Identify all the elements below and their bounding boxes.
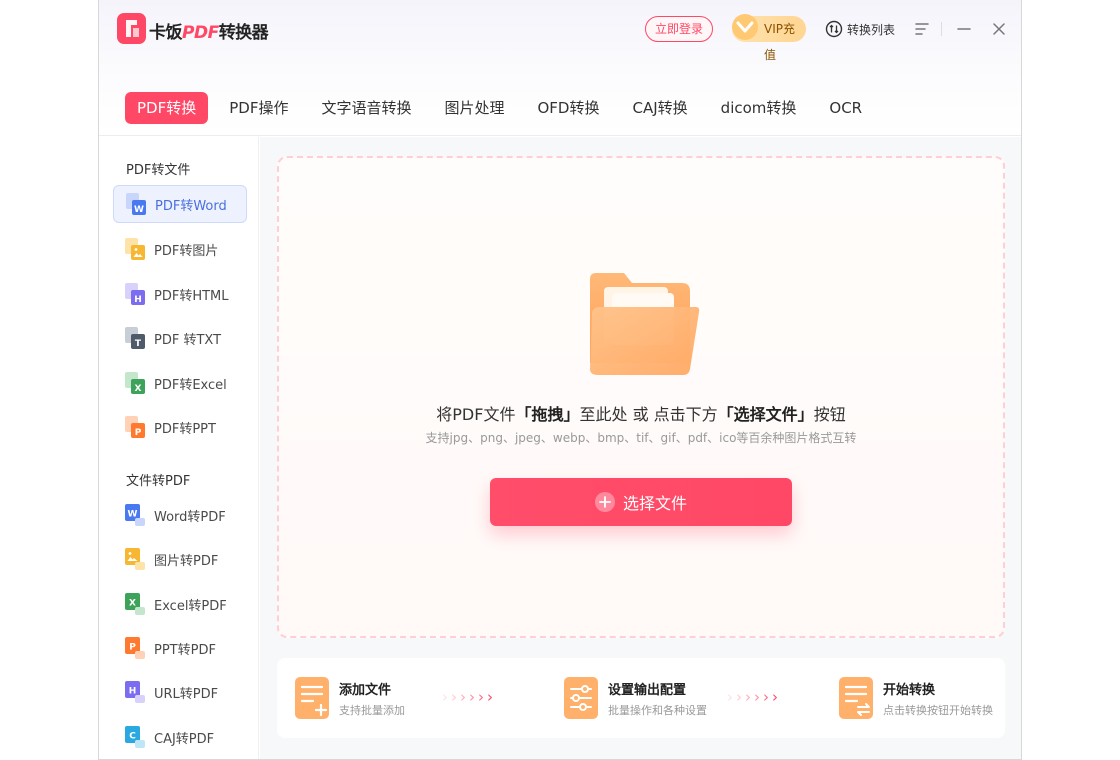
svg-text:T: T <box>135 339 142 349</box>
tab-pdf-operation[interactable]: PDF操作 <box>217 92 300 124</box>
sidebar-item-label: PPT转PDF <box>154 642 216 658</box>
txt-icon: T <box>125 327 145 349</box>
sidebar-item-label: CAJ转PDF <box>154 731 215 747</box>
svg-text:H: H <box>129 687 137 697</box>
convert-list-icon <box>825 20 843 38</box>
convert-list-label: 转换列表 <box>847 22 896 37</box>
excel-icon: X <box>125 372 145 394</box>
sidebar-item-label: PDF转Word <box>155 198 227 214</box>
tab-image-process[interactable]: 图片处理 <box>432 92 516 124</box>
sidebar-item-pdf-to-image[interactable]: PDF转图片 <box>113 230 247 268</box>
step-subtitle: 点击转换按钮开始转换 <box>883 703 993 717</box>
step-start-convert: 开始转换 点击转换按钮开始转换 <box>839 677 993 719</box>
supported-formats-hint: 支持jpg、png、jpeg、webp、bmp、tif、gif、pdf、ico等… <box>425 431 857 445</box>
sidebar-item-pdf-to-ppt[interactable]: P PDF转PPT <box>113 408 247 446</box>
convert-list-button[interactable]: 转换列表 <box>825 17 895 41</box>
sidebar-item-word-to-pdf[interactable]: W Word转PDF <box>113 496 247 534</box>
svg-text:X: X <box>135 384 142 394</box>
step-title: 添加文件 <box>339 682 392 698</box>
convert-icon <box>839 677 873 719</box>
sidebar-item-label: PDF 转TXT <box>154 332 222 348</box>
step-arrows: ›››››› <box>727 688 781 706</box>
login-button[interactable]: 立即登录 <box>645 16 713 42</box>
sidebar-item-label: 图片转PDF <box>154 553 219 569</box>
svg-text:X: X <box>129 599 136 609</box>
image-icon <box>125 548 145 570</box>
svg-text:P: P <box>129 643 136 653</box>
sidebar-item-label: PDF转图片 <box>154 243 219 259</box>
folder-icon <box>590 273 700 375</box>
sidebar-item-pdf-to-excel[interactable]: X PDF转Excel <box>113 364 247 402</box>
header: 卡饭PDF转换器 立即登录 VIP充值 转换列表 PDF转换 PDF操作 文字语… <box>99 0 1021 136</box>
sidebar: PDF转文件 W PDF转Word PDF转图片 H PDF转HTML T PD… <box>99 137 259 759</box>
sidebar-item-image-to-pdf[interactable]: 图片转PDF <box>113 540 247 578</box>
sidebar-item-label: PDF转Excel <box>154 377 227 393</box>
vip-recharge-button[interactable]: VIP充值 <box>732 14 806 62</box>
ppt-icon: P <box>125 416 145 438</box>
step-add-files: 添加文件 支持批量添加 <box>295 677 405 719</box>
select-file-label: 选择文件 <box>622 494 687 513</box>
minimize-icon[interactable] <box>953 18 975 40</box>
sidebar-item-url-to-pdf[interactable]: H URL转PDF <box>113 673 247 711</box>
tab-ocr[interactable]: OCR <box>817 92 874 124</box>
sidebar-item-ppt-to-pdf[interactable]: P PPT转PDF <box>113 629 247 667</box>
step-arrows: ›››››› <box>442 688 496 706</box>
drop-hint: 将PDF文件「拖拽」至此处 或 点击下方「选择文件」按钮 <box>436 405 846 424</box>
app-title: 卡饭PDF转换器 <box>149 23 269 43</box>
image-icon <box>125 238 145 260</box>
step-title: 开始转换 <box>883 682 936 698</box>
add-file-icon <box>295 677 329 719</box>
step-subtitle: 批量操作和各种设置 <box>608 703 707 717</box>
main-tabs: PDF转换 PDF操作 文字语音转换 图片处理 OFD转换 CAJ转换 dico… <box>125 92 883 124</box>
sidebar-group-file-to-pdf: 文件转PDF <box>126 474 191 489</box>
sidebar-item-caj-to-pdf[interactable]: C CAJ转PDF <box>113 718 247 756</box>
app-logo-icon <box>117 13 146 44</box>
plus-circle-icon <box>594 492 615 512</box>
vip-label: VIP充值 <box>764 22 795 62</box>
sidebar-item-label: URL转PDF <box>154 686 219 702</box>
svg-text:C: C <box>129 732 136 742</box>
select-file-button[interactable]: 选择文件 <box>490 478 792 526</box>
svg-text:H: H <box>134 295 142 305</box>
tab-ofd-convert[interactable]: OFD转换 <box>526 92 612 124</box>
sidebar-group-pdf-to-file: PDF转文件 <box>126 163 191 178</box>
tab-text-speech[interactable]: 文字语音转换 <box>309 92 423 124</box>
svg-text:P: P <box>135 428 142 438</box>
sidebar-item-label: PDF转HTML <box>154 288 229 304</box>
window-controls-divider <box>941 22 942 36</box>
sidebar-item-pdf-to-html[interactable]: H PDF转HTML <box>113 275 247 313</box>
sidebar-item-label: Excel转PDF <box>154 598 227 614</box>
word-icon: W <box>125 504 145 526</box>
tab-pdf-convert[interactable]: PDF转换 <box>125 92 209 124</box>
word-icon: W <box>126 193 146 215</box>
step-output-settings: 设置输出配置 批量操作和各种设置 <box>564 677 707 719</box>
app-window: 卡饭PDF转换器 立即登录 VIP充值 转换列表 PDF转换 PDF操作 文字语… <box>98 0 1022 760</box>
settings-sliders-icon <box>564 677 598 719</box>
html-icon: H <box>125 283 145 305</box>
excel-icon: X <box>125 593 145 615</box>
sidebar-item-excel-to-pdf[interactable]: X Excel转PDF <box>113 585 247 623</box>
svg-text:W: W <box>128 510 138 520</box>
sidebar-item-pdf-to-word[interactable]: W PDF转Word <box>113 185 247 223</box>
menu-icon[interactable] <box>911 18 933 40</box>
caj-icon: C <box>125 726 145 748</box>
step-subtitle: 支持批量添加 <box>339 703 405 717</box>
close-icon[interactable] <box>988 18 1010 40</box>
vip-crown-icon <box>732 14 758 40</box>
sidebar-item-label: Word转PDF <box>154 509 226 525</box>
svg-text:W: W <box>134 205 144 215</box>
tab-caj-convert[interactable]: CAJ转换 <box>621 92 700 124</box>
step-title: 设置输出配置 <box>608 682 687 698</box>
tab-dicom-convert[interactable]: dicom转换 <box>709 92 809 124</box>
steps-bar: 添加文件 支持批量添加 ›››››› 设置输出配置 批量操作和各种设置 ››››… <box>277 658 1005 738</box>
sidebar-item-label: PDF转PPT <box>154 421 216 437</box>
file-dropzone[interactable]: 将PDF文件「拖拽」至此处 或 点击下方「选择文件」按钮 支持jpg、png、j… <box>277 156 1005 638</box>
sidebar-item-pdf-to-txt[interactable]: T PDF 转TXT <box>113 319 247 357</box>
html-icon: H <box>125 681 145 703</box>
ppt-icon: P <box>125 637 145 659</box>
